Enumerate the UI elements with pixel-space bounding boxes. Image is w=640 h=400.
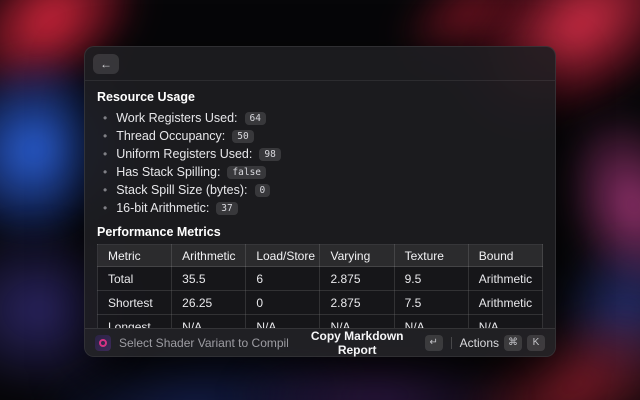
list-item-label: Has Stack Spilling: xyxy=(116,165,220,179)
bullet-icon: • xyxy=(103,147,107,161)
bullet-icon: • xyxy=(103,183,107,197)
table-cell: 2.875 xyxy=(320,267,394,291)
table-cell: N/A xyxy=(468,315,542,329)
column-header: Arithmetic xyxy=(172,245,246,267)
value-badge: 50 xyxy=(232,130,253,143)
list-item: • Thread Occupancy: 50 xyxy=(97,127,543,145)
footer-divider xyxy=(451,337,452,349)
bullet-icon: • xyxy=(103,165,107,179)
performance-metrics-heading: Performance Metrics xyxy=(97,225,543,239)
bullet-icon: • xyxy=(103,111,107,125)
window-header: ← xyxy=(85,47,555,81)
column-header: Texture xyxy=(394,245,468,267)
table-cell: Arithmetic xyxy=(468,291,542,315)
table-cell: N/A xyxy=(172,315,246,329)
table-cell: 6 xyxy=(246,267,320,291)
table-cell: N/A xyxy=(246,315,320,329)
table-row: Shortest26.2502.8757.5Arithmetic xyxy=(98,291,543,315)
list-item: • Work Registers Used: 64 xyxy=(97,109,543,127)
value-badge: 64 xyxy=(245,112,266,125)
table-cell: Longest xyxy=(98,315,172,329)
footer-actions: Copy Markdown Report ↵ Actions ⌘ K xyxy=(296,329,545,357)
list-item-label: Thread Occupancy: xyxy=(116,129,225,143)
table-cell: Arithmetic xyxy=(468,267,542,291)
return-key-icon: ↵ xyxy=(425,335,443,351)
resource-usage-list: • Work Registers Used: 64 • Thread Occup… xyxy=(97,109,543,217)
resource-usage-heading: Resource Usage xyxy=(97,90,543,104)
list-item: • 16-bit Arithmetic: 37 xyxy=(97,199,543,217)
list-item: • Stack Spill Size (bytes): 0 xyxy=(97,181,543,199)
raycast-window: ← Resource Usage • Work Registers Used: … xyxy=(84,46,556,357)
value-badge: 98 xyxy=(259,148,280,161)
value-badge: 0 xyxy=(255,184,271,197)
column-header: Metric xyxy=(98,245,172,267)
back-arrow-icon: ← xyxy=(100,57,112,71)
command-key-icon: ⌘ xyxy=(504,335,522,351)
table-cell: 7.5 xyxy=(394,291,468,315)
detail-content: Resource Usage • Work Registers Used: 64… xyxy=(85,81,555,328)
list-item-label: 16-bit Arithmetic: xyxy=(116,201,209,215)
table-cell: N/A xyxy=(320,315,394,329)
bullet-icon: • xyxy=(103,129,107,143)
table-cell: Shortest xyxy=(98,291,172,315)
icon-ring xyxy=(99,339,107,347)
list-item-label: Work Registers Used: xyxy=(116,111,237,125)
table-cell: 2.875 xyxy=(320,291,394,315)
context-label: Select Shader Variant to Compile xyxy=(119,336,288,350)
table-cell: 9.5 xyxy=(394,267,468,291)
table-cell: 26.25 xyxy=(172,291,246,315)
table-cell: N/A xyxy=(394,315,468,329)
value-badge: 37 xyxy=(216,202,237,215)
column-header: Bound xyxy=(468,245,542,267)
actions-button[interactable]: Actions ⌘ K xyxy=(460,335,545,351)
list-item-label: Uniform Registers Used: xyxy=(116,147,252,161)
primary-action-label: Copy Markdown Report xyxy=(296,329,419,357)
table-header: MetricArithmeticLoad/StoreVaryingTexture… xyxy=(98,245,543,267)
extension-icon xyxy=(95,335,111,351)
k-key-icon: K xyxy=(527,335,545,351)
actions-label: Actions xyxy=(460,336,499,350)
table-cell: 35.5 xyxy=(172,267,246,291)
table-cell: 0 xyxy=(246,291,320,315)
back-button[interactable]: ← xyxy=(93,54,119,74)
list-item-label: Stack Spill Size (bytes): xyxy=(116,183,247,197)
column-header: Load/Store xyxy=(246,245,320,267)
column-header: Varying xyxy=(320,245,394,267)
list-item: • Uniform Registers Used: 98 xyxy=(97,145,543,163)
table-body: Total35.562.8759.5ArithmeticShortest26.2… xyxy=(98,267,543,329)
copy-markdown-report-button[interactable]: Copy Markdown Report ↵ xyxy=(296,329,443,357)
list-item: • Has Stack Spilling: false xyxy=(97,163,543,181)
table-row: Total35.562.8759.5Arithmetic xyxy=(98,267,543,291)
header-row: MetricArithmeticLoad/StoreVaryingTexture… xyxy=(98,245,543,267)
bullet-icon: • xyxy=(103,201,107,215)
table-row: LongestN/AN/AN/AN/AN/A xyxy=(98,315,543,329)
footer-bar: Select Shader Variant to Compile Copy Ma… xyxy=(85,328,555,356)
performance-metrics-table: MetricArithmeticLoad/StoreVaryingTexture… xyxy=(97,244,543,328)
value-badge: false xyxy=(227,166,266,179)
table-cell: Total xyxy=(98,267,172,291)
